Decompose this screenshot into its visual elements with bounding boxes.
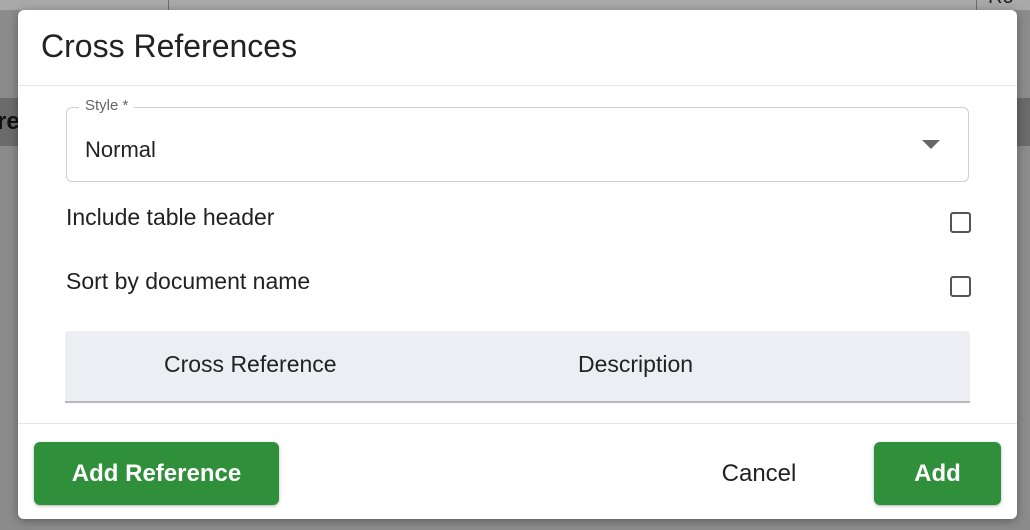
dialog-title: Cross References: [41, 28, 298, 64]
add-reference-button[interactable]: Add Reference: [34, 442, 279, 505]
background-text: re: [0, 108, 20, 135]
dialog-header: Cross References: [18, 10, 1017, 86]
cancel-button[interactable]: Cancel: [696, 442, 822, 505]
chevron-down-icon[interactable]: [922, 140, 940, 149]
include-table-header-checkbox[interactable]: [950, 212, 971, 233]
include-table-header-label: Include table header: [66, 204, 275, 230]
cross-references-dialog: Cross References Style * Normal Include …: [18, 10, 1017, 519]
dialog-body: Style * Normal Include table header Sort…: [18, 86, 1017, 423]
style-select[interactable]: Style * Normal: [66, 97, 969, 182]
style-select-label: Style *: [79, 97, 135, 114]
background-text: Ro: [988, 0, 1014, 9]
dialog-footer: Add Reference Cancel Add: [18, 423, 1017, 519]
cross-reference-table-header: Cross Reference Description: [65, 331, 970, 403]
column-header-description[interactable]: Description: [578, 351, 693, 378]
include-table-header-option: Include table header: [66, 200, 971, 240]
style-select-value: Normal: [85, 137, 156, 162]
background-table-strip: Ro: [0, 0, 1030, 10]
background-cell: [0, 0, 169, 10]
column-header-cross-reference[interactable]: Cross Reference: [164, 351, 337, 378]
sort-by-document-name-label: Sort by document name: [66, 268, 311, 294]
add-button[interactable]: Add: [874, 442, 1001, 505]
sort-by-document-name-option: Sort by document name: [66, 264, 971, 304]
sort-by-document-name-checkbox[interactable]: [950, 276, 971, 297]
